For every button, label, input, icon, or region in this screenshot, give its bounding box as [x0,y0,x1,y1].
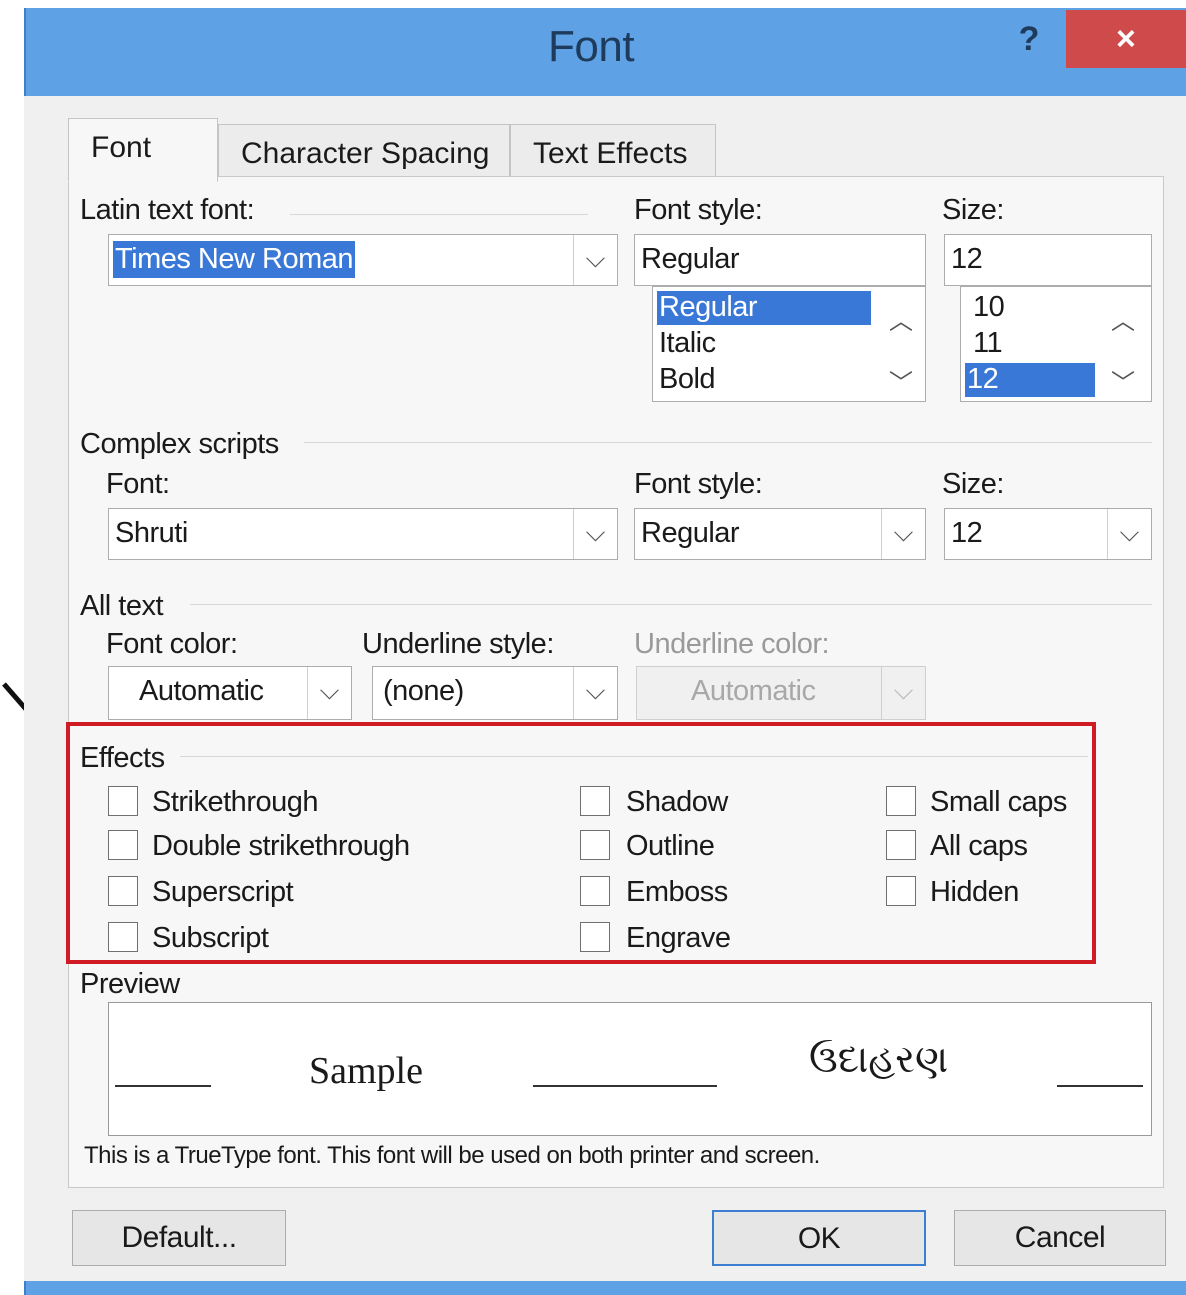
truetype-note: This is a TrueType font. This font will … [84,1142,820,1169]
list-item[interactable]: 12 [965,363,1095,397]
strikethrough-label: Strikethrough [152,786,319,818]
chevron-down-icon[interactable]: ⌵ [573,235,617,285]
subscript-checkbox[interactable] [108,922,138,952]
all-caps-label: All caps [930,830,1028,862]
chevron-down-icon[interactable]: ﹀ [889,363,913,398]
latin-style-list[interactable]: Regular Italic Bold ︿ ﹀ [652,286,926,402]
complex-font-label: Font: [106,468,170,500]
complex-size-value: 12 [951,517,983,549]
preview-box: Sample ઉદાહરણ [108,1002,1152,1136]
latin-font-label: Latin text font: [80,194,255,226]
font-color-label: Font color: [106,628,238,660]
font-color-value: Automatic [139,675,264,707]
emboss-label: Emboss [626,876,728,908]
outline-checkbox[interactable] [580,830,610,860]
superscript-checkbox[interactable] [108,876,138,906]
tab-font[interactable]: Font [68,118,218,182]
tab-character-spacing[interactable]: Character Spacing [218,124,510,176]
complex-section-label: Complex scripts [80,428,279,460]
complex-font-select[interactable]: Shruti ⌵ [108,508,618,560]
underline-color-value: Automatic [691,675,816,707]
all-text-separator [190,604,1152,605]
latin-size-input[interactable]: 12 [944,234,1152,286]
small-caps-checkbox[interactable] [886,786,916,816]
default-button[interactable]: Default... [72,1210,286,1266]
shadow-checkbox[interactable] [580,786,610,816]
effects-section-label: Effects [80,742,165,774]
latin-size-label: Size: [942,194,1004,226]
complex-size-select[interactable]: 12 ⌵ [944,508,1152,560]
hidden-label: Hidden [930,876,1019,908]
tab-text-effects[interactable]: Text Effects [510,124,716,176]
chevron-down-icon[interactable]: ⌵ [573,509,617,559]
latin-font-select[interactable]: Times New Roman ⌵ [108,234,618,286]
preview-complex-sample-text: ઉદાહરણ [809,1037,949,1081]
chevron-down-icon[interactable]: ﹀ [1111,363,1135,398]
list-item[interactable]: Italic [657,327,716,361]
latin-font-value: Times New Roman [113,241,355,278]
chevron-down-icon[interactable]: ⌵ [307,667,351,719]
cancel-button[interactable]: Cancel [954,1210,1166,1266]
underline-color-select[interactable]: Automatic ⌵ [636,666,926,720]
underline-style-value: (none) [383,675,464,707]
font-color-select[interactable]: Automatic ⌵ [108,666,352,720]
complex-style-value: Regular [641,517,740,549]
chevron-down-icon[interactable]: ⌵ [1107,509,1151,559]
engrave-checkbox[interactable] [580,922,610,952]
list-item[interactable]: 10 [971,291,1005,325]
underline-color-label: Underline color: [634,628,830,660]
preview-section-label: Preview [80,968,180,1000]
preview-line [1057,1085,1143,1087]
hidden-checkbox[interactable] [886,876,916,906]
all-text-section-label: All text [80,590,164,622]
complex-size-label: Size: [942,468,1004,500]
latin-separator [290,214,588,215]
close-button[interactable]: × [1066,10,1186,68]
help-button[interactable]: ? [1012,20,1046,64]
complex-separator [304,442,1152,443]
double-strikethrough-label: Double strikethrough [152,830,410,862]
preview-line [115,1085,211,1087]
latin-size-value: 12 [951,243,983,275]
latin-style-label: Font style: [634,194,763,226]
complex-style-label: Font style: [634,468,763,500]
list-item[interactable]: 11 [971,327,1003,361]
chevron-down-icon[interactable]: ⌵ [573,667,617,719]
small-caps-label: Small caps [930,786,1067,818]
subscript-label: Subscript [152,922,269,954]
complex-style-select[interactable]: Regular ⌵ [634,508,926,560]
underline-style-label: Underline style: [362,628,554,660]
complex-font-value: Shruti [115,517,188,549]
double-strikethrough-checkbox[interactable] [108,830,138,860]
effects-separator [180,756,1088,757]
list-item[interactable]: Regular [657,291,871,325]
underline-style-select[interactable]: (none) ⌵ [372,666,618,720]
list-item[interactable]: Bold [657,363,716,397]
dialog-title: Font [548,22,635,71]
latin-style-value: Regular [641,243,740,275]
chevron-up-icon[interactable]: ︿ [1111,301,1135,336]
strikethrough-checkbox[interactable] [108,786,138,816]
latin-style-input[interactable]: Regular [634,234,926,286]
chevron-down-icon: ⌵ [881,667,925,719]
emboss-checkbox[interactable] [580,876,610,906]
chevron-up-icon[interactable]: ︿ [889,301,913,336]
preview-sample-text: Sample [309,1050,423,1092]
ok-button[interactable]: OK [712,1210,926,1266]
superscript-label: Superscript [152,876,294,908]
all-caps-checkbox[interactable] [886,830,916,860]
close-icon: × [1116,20,1136,58]
shadow-label: Shadow [626,786,728,818]
engrave-label: Engrave [626,922,731,954]
outline-label: Outline [626,830,715,862]
latin-size-list[interactable]: 10 11 12 ︿ ﹀ [960,286,1152,402]
preview-line [533,1085,717,1087]
chevron-down-icon[interactable]: ⌵ [881,509,925,559]
